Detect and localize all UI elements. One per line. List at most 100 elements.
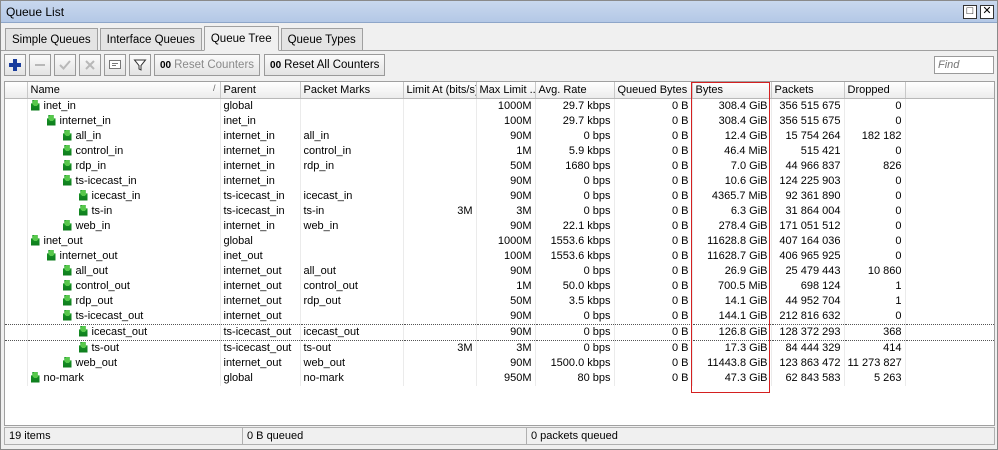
cell-avg-rate: 5.9 kbps — [535, 143, 615, 159]
table-row[interactable]: control_out internet_out control_out 1M 50.0… — [5, 278, 994, 294]
table-row[interactable]: web_out internet_out web_out 90M 1500.0 kbps… — [5, 355, 994, 371]
column-header-name[interactable]: Name / — [27, 82, 221, 99]
tab-interface-queues[interactable]: Interface Queues — [99, 28, 202, 50]
cell-name: icecast_out — [27, 323, 221, 341]
queue-name: web_out — [75, 356, 118, 369]
remove-button[interactable] — [29, 54, 51, 76]
row-marker — [5, 233, 28, 249]
column-header-avg-rate[interactable]: Avg. Rate — [535, 82, 615, 99]
row-marker — [5, 203, 28, 219]
cell-packets: 62 843 583 — [771, 370, 845, 386]
table-row[interactable]: control_in internet_in control_in 1M 5.9 kbp… — [5, 143, 994, 159]
add-button[interactable] — [4, 54, 26, 76]
restore-icon[interactable]: □ — [963, 4, 977, 19]
counter-badge: 00 — [270, 59, 282, 71]
cell-packets: 25 479 443 — [771, 263, 845, 279]
table-row[interactable]: icecast_out ts-icecast_out icecast_out 90M 0… — [5, 323, 994, 341]
row-marker — [5, 188, 28, 204]
table-row[interactable]: ts-out ts-icecast_out ts-out 3M 3M 0 bps 0 B 17… — [5, 340, 994, 356]
cell-limit-at — [403, 370, 477, 386]
cell-dropped: 0 — [844, 143, 906, 159]
cell-max-limit: 90M — [476, 308, 536, 324]
close-icon[interactable]: ✕ — [980, 4, 994, 19]
table-row[interactable]: no-mark global no-mark 950M 80 bps 0 B 47.3 Gi… — [5, 370, 994, 386]
column-header-marker — [5, 82, 28, 99]
reset-all-counters-button[interactable]: 00 Reset All Counters — [264, 54, 386, 76]
table-row[interactable]: all_out internet_out all_out 90M 0 bps 0 B 26.… — [5, 263, 994, 279]
cell-queued-bytes: 0 B — [614, 263, 693, 279]
queue-icon — [62, 264, 72, 276]
table-row[interactable]: inet_in global 1000M 29.7 kbps 0 B 308.4 GiB 3… — [5, 98, 994, 114]
column-header-parent[interactable]: Parent — [220, 82, 301, 99]
cell-filler — [905, 143, 994, 159]
queue-icon — [62, 279, 72, 291]
cell-packet-marks: icecast_out — [300, 323, 404, 341]
column-header-queued-bytes[interactable]: Queued Bytes — [614, 82, 693, 99]
table-row[interactable]: ts-in ts-icecast_in ts-in 3M 3M 0 bps 0 B 6.3 G… — [5, 203, 994, 219]
cell-queued-bytes: 0 B — [614, 355, 693, 371]
cell-filler — [905, 248, 994, 264]
status-bar: 19 items 0 B queued 0 packets queued — [4, 427, 995, 445]
column-header-bytes[interactable]: Bytes — [692, 82, 772, 99]
cell-packets: 84 444 329 — [771, 340, 845, 356]
cell-parent: global — [220, 98, 301, 114]
filter-button[interactable] — [129, 54, 151, 76]
column-header-packet-marks[interactable]: Packet Marks — [300, 82, 404, 99]
table-row[interactable]: all_in internet_in all_in 90M 0 bps 0 B 12.4 G… — [5, 128, 994, 144]
table-row[interactable]: web_in internet_in web_in 90M 22.1 kbps 0 B 27… — [5, 218, 994, 234]
cell-packets: 124 225 903 — [771, 173, 845, 189]
table-row[interactable]: icecast_in ts-icecast_in icecast_in 90M 0 bp… — [5, 188, 994, 204]
tab-simple-queues[interactable]: Simple Queues — [5, 28, 98, 50]
cell-limit-at — [403, 293, 477, 309]
table-row[interactable]: internet_in inet_in 100M 29.7 kbps 0 B 308.4 … — [5, 113, 994, 129]
table-row[interactable]: ts-icecast_in internet_in 90M 0 bps 0 B 10.6 … — [5, 173, 994, 189]
cell-parent: internet_in — [220, 128, 301, 144]
cell-parent: ts-icecast_in — [220, 203, 301, 219]
cell-dropped: 5 263 — [844, 370, 906, 386]
cell-limit-at — [403, 188, 477, 204]
table-row[interactable]: internet_out inet_out 100M 1553.6 kbps 0 B 11… — [5, 248, 994, 264]
column-header-limit-at[interactable]: Limit At (bits/s) — [403, 82, 477, 99]
table-row[interactable]: ts-icecast_out internet_out 90M 0 bps 0 B 144… — [5, 308, 994, 324]
row-marker — [5, 323, 28, 341]
queue-icon — [78, 204, 88, 216]
cell-name: icecast_in — [27, 188, 221, 204]
queue-name: ts-out — [91, 341, 120, 354]
cell-name: ts-in — [27, 203, 221, 219]
tab-queue-types[interactable]: Queue Types — [280, 28, 363, 50]
cell-limit-at: 3M — [403, 203, 477, 219]
cell-dropped: 1 — [844, 293, 906, 309]
cell-parent: global — [220, 233, 301, 249]
column-header-dropped[interactable]: Dropped — [844, 82, 906, 99]
cell-limit-at — [403, 143, 477, 159]
tab-queue-tree[interactable]: Queue Tree — [203, 26, 279, 51]
status-queued-packets: 0 packets queued — [531, 430, 618, 442]
cell-filler — [905, 173, 994, 189]
column-header-packets[interactable]: Packets — [771, 82, 845, 99]
find-input[interactable] — [934, 56, 994, 74]
cell-max-limit: 1M — [476, 278, 536, 294]
queue-icon — [62, 174, 72, 186]
enable-button[interactable] — [54, 54, 76, 76]
cell-avg-rate: 50.0 kbps — [535, 278, 615, 294]
cell-packet-marks: icecast_in — [300, 188, 404, 204]
cell-queued-bytes: 0 B — [614, 158, 693, 174]
queue-icon — [62, 159, 72, 171]
cell-filler — [905, 293, 994, 309]
cell-filler — [905, 233, 994, 249]
table-row[interactable]: rdp_in internet_in rdp_in 50M 1680 bps 0 B 7.0… — [5, 158, 994, 174]
reset-counters-label: Reset Counters — [174, 59, 255, 71]
cell-avg-rate: 0 bps — [535, 173, 615, 189]
cell-packets: 356 515 675 — [771, 98, 845, 114]
column-chooser-button[interactable] — [905, 82, 994, 99]
comment-button[interactable] — [104, 54, 126, 76]
table-row[interactable]: inet_out global 1000M 1553.6 kbps 0 B 11628.8… — [5, 233, 994, 249]
disable-button[interactable] — [79, 54, 101, 76]
reset-counters-button[interactable]: 00 Reset Counters — [154, 54, 261, 76]
cell-avg-rate: 0 bps — [535, 188, 615, 204]
cell-dropped: 826 — [844, 158, 906, 174]
cell-bytes: 6.3 GiB — [692, 203, 772, 219]
table-row[interactable]: rdp_out internet_out rdp_out 50M 3.5 kbps 0 B… — [5, 293, 994, 309]
column-header-max-limit[interactable]: Max Limit ... — [476, 82, 536, 99]
cell-parent: ts-icecast_in — [220, 188, 301, 204]
